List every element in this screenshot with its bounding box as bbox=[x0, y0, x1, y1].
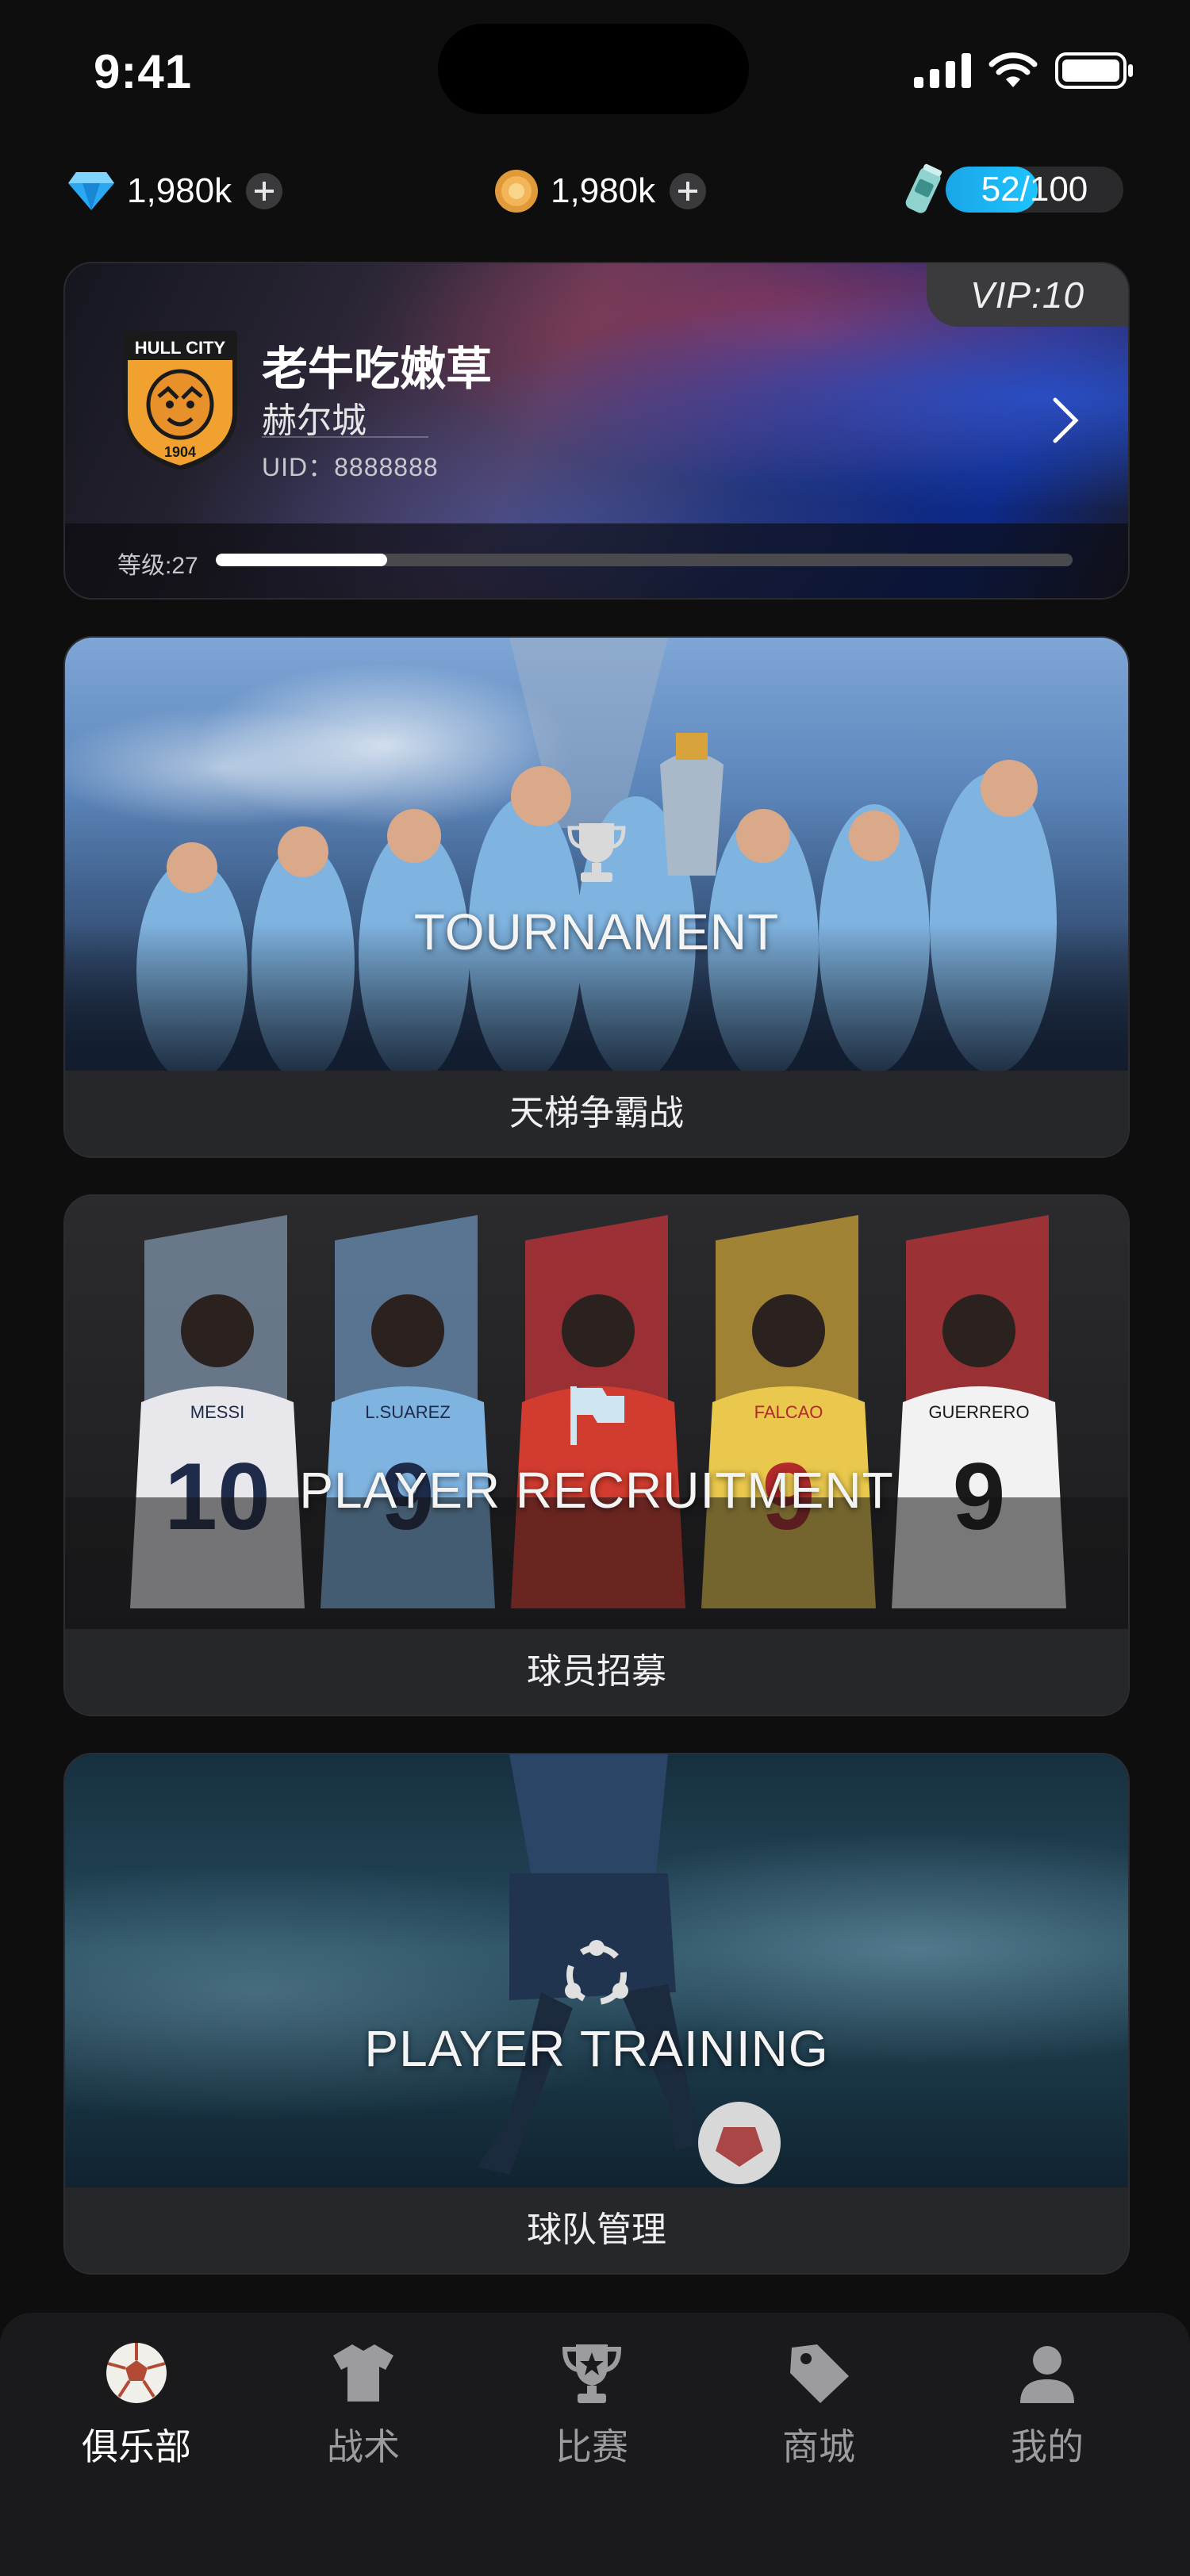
coin-value: 1,980k bbox=[551, 171, 656, 210]
tab-store-label: 商城 bbox=[782, 2426, 855, 2467]
diamond-icon bbox=[68, 172, 114, 210]
add-diamonds-button[interactable] bbox=[246, 173, 283, 209]
diamond-counter: 1,980k bbox=[67, 163, 283, 219]
signal-icon bbox=[914, 53, 971, 88]
tab-store[interactable]: 商城 bbox=[731, 2340, 906, 2471]
energy-bar[interactable]: 52/100 bbox=[946, 167, 1123, 213]
coin-icon bbox=[495, 170, 538, 213]
trophy-star-icon bbox=[562, 2344, 622, 2403]
tournament-caption: 天梯争霸战 bbox=[65, 1071, 1128, 1156]
coin-counter: 1,980k bbox=[493, 163, 707, 219]
tournament-card[interactable]: TOURNAMENT 天梯争霸战 bbox=[63, 636, 1130, 1158]
status-icons bbox=[914, 52, 1134, 89]
player-recruitment-card[interactable]: MESSI 10 L.SUAREZ 9 FALCAO 9 GUERRERO 9 PLAYER … bbox=[63, 1194, 1130, 1716]
recruitment-title: PLAYER RECRUITMENT bbox=[299, 1462, 894, 1519]
battery-icon bbox=[1055, 52, 1133, 89]
training-icon bbox=[565, 1940, 628, 2005]
tab-profile-label: 我的 bbox=[1011, 2426, 1084, 2467]
trophy-icon bbox=[567, 823, 626, 882]
level-progress-bar bbox=[216, 554, 1073, 566]
tab-tactics-label: 战术 bbox=[327, 2426, 400, 2467]
crest-text: HULL CITY bbox=[135, 338, 226, 358]
jersey-name: GUERRERO bbox=[928, 1402, 1029, 1422]
club-crest-icon: HULL CITY 1904 bbox=[123, 331, 237, 470]
jersey-icon bbox=[333, 2344, 393, 2402]
tab-tactics[interactable]: 战术 bbox=[276, 2340, 451, 2471]
user-icon bbox=[1020, 2346, 1074, 2403]
tab-match[interactable]: 比赛 bbox=[505, 2340, 679, 2471]
level-label: 等级:27 bbox=[117, 553, 198, 579]
wifi-icon bbox=[988, 52, 1038, 87]
soccer-ball-icon bbox=[106, 2343, 167, 2403]
flag-icon bbox=[570, 1386, 624, 1445]
chevron-right-icon[interactable] bbox=[1052, 397, 1079, 444]
energy-drink-icon bbox=[905, 163, 942, 213]
tab-club[interactable]: 俱乐部 bbox=[49, 2340, 224, 2471]
price-tag-icon bbox=[790, 2344, 849, 2403]
jersey-name: L.SUAREZ bbox=[365, 1402, 451, 1422]
tab-profile[interactable]: 我的 bbox=[960, 2340, 1134, 2471]
jersey-name: FALCAO bbox=[754, 1402, 823, 1422]
player-training-card[interactable]: PLAYER TRAINING 球队管理 bbox=[63, 1753, 1130, 2275]
divider bbox=[262, 436, 428, 438]
energy-value: 52/100 bbox=[981, 170, 1088, 209]
tab-club-label: 俱乐部 bbox=[82, 2426, 191, 2467]
add-coins-button[interactable] bbox=[670, 173, 707, 209]
tab-match-label: 比赛 bbox=[555, 2426, 628, 2467]
training-title: PLAYER TRAINING bbox=[364, 2020, 829, 2077]
level-progress-fill bbox=[216, 554, 387, 566]
profile-card[interactable]: VIP:10 HULL CITY 1904 老牛吃嫩草 赫尔城 UID：8888… bbox=[63, 262, 1130, 600]
vip-badge: VIP:10 bbox=[927, 263, 1128, 327]
dynamic-island bbox=[438, 24, 749, 114]
jersey-name: MESSI bbox=[190, 1402, 244, 1422]
status-time: 9:41 bbox=[94, 45, 193, 98]
diamond-value: 1,980k bbox=[127, 171, 232, 210]
crest-year: 1904 bbox=[164, 444, 196, 460]
player-nickname: 老牛吃嫩草 bbox=[262, 343, 493, 395]
user-id: UID：8888888 bbox=[262, 453, 439, 481]
tournament-title: TOURNAMENT bbox=[413, 903, 780, 960]
recruitment-caption: 球员招募 bbox=[65, 1629, 1128, 1715]
training-caption: 球队管理 bbox=[65, 2187, 1128, 2273]
club-city: 赫尔城 bbox=[262, 401, 367, 440]
